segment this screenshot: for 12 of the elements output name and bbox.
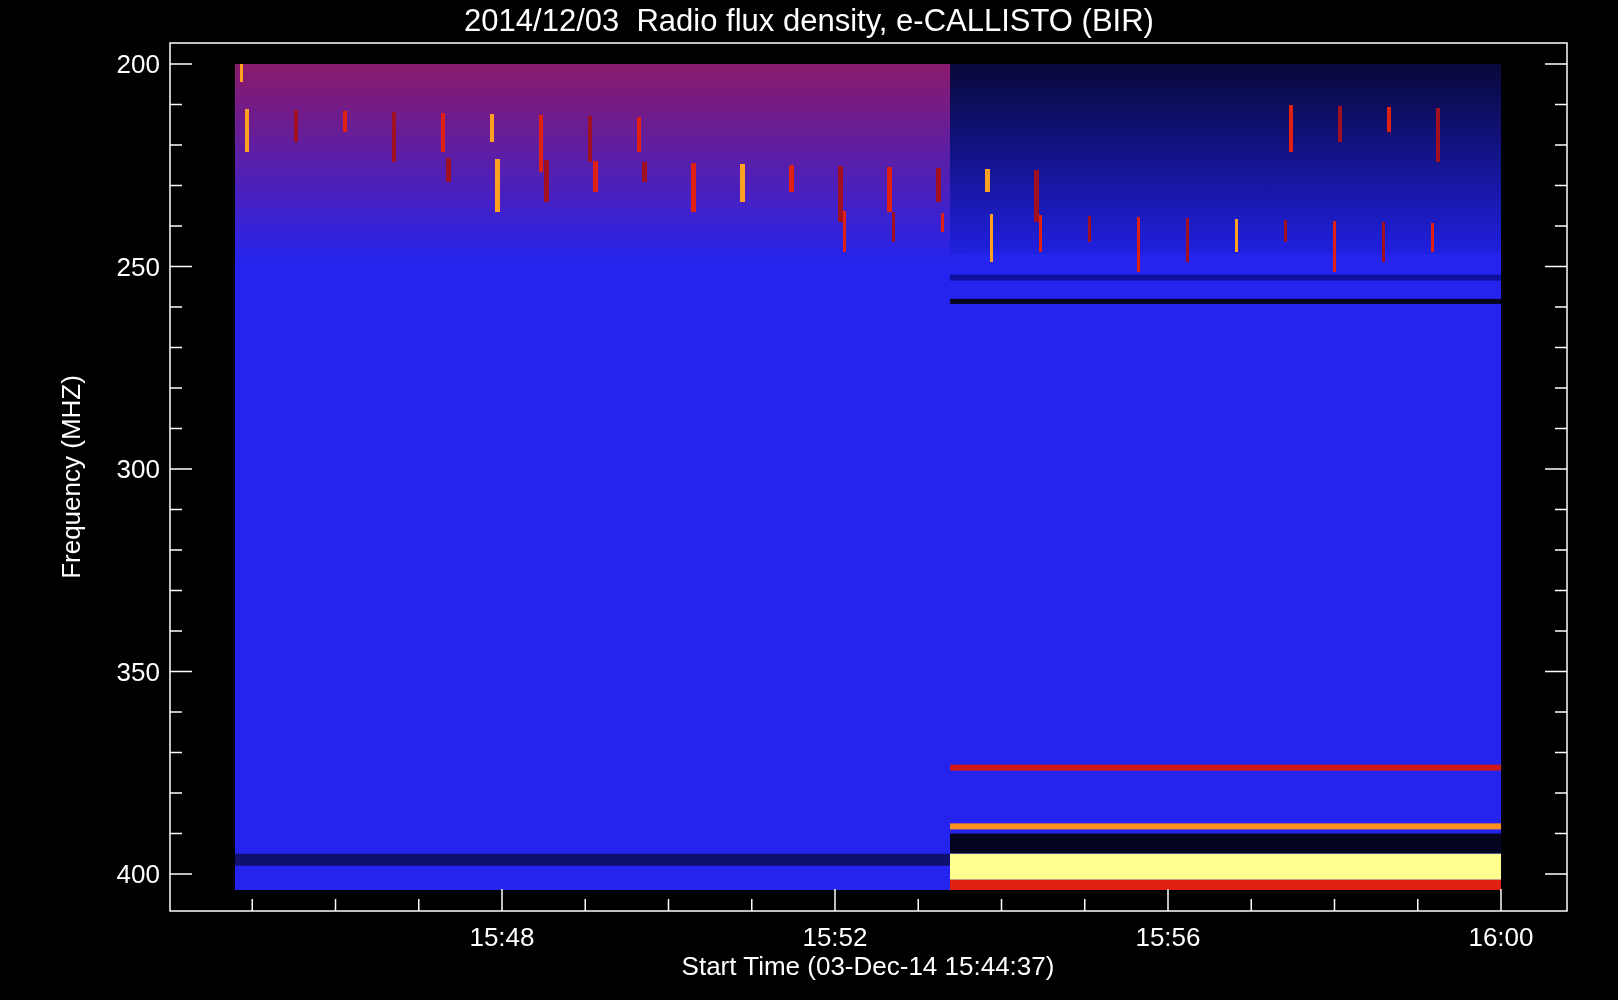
x-tick-label: 15:56 [1135, 922, 1201, 952]
x-tick-label: 16:00 [1468, 922, 1534, 952]
y-tick-label: 350 [116, 656, 160, 687]
x-tick-label: 15:52 [802, 922, 868, 952]
chart-title: 2014/12/03 Radio flux density, e-CALLISTO (BIR) [464, 3, 1154, 38]
y-tick-label: 400 [116, 859, 160, 889]
y-tick-label: 250 [116, 251, 160, 282]
y-tick-label: 200 [116, 49, 160, 79]
y-axis-label: Frequency (MHZ) [56, 375, 86, 579]
x-tick-label: 15:48 [469, 922, 535, 952]
x-axis-label: Start Time (03-Dec-14 15:44:37) [681, 951, 1055, 981]
y-tick-label: 300 [116, 454, 160, 484]
